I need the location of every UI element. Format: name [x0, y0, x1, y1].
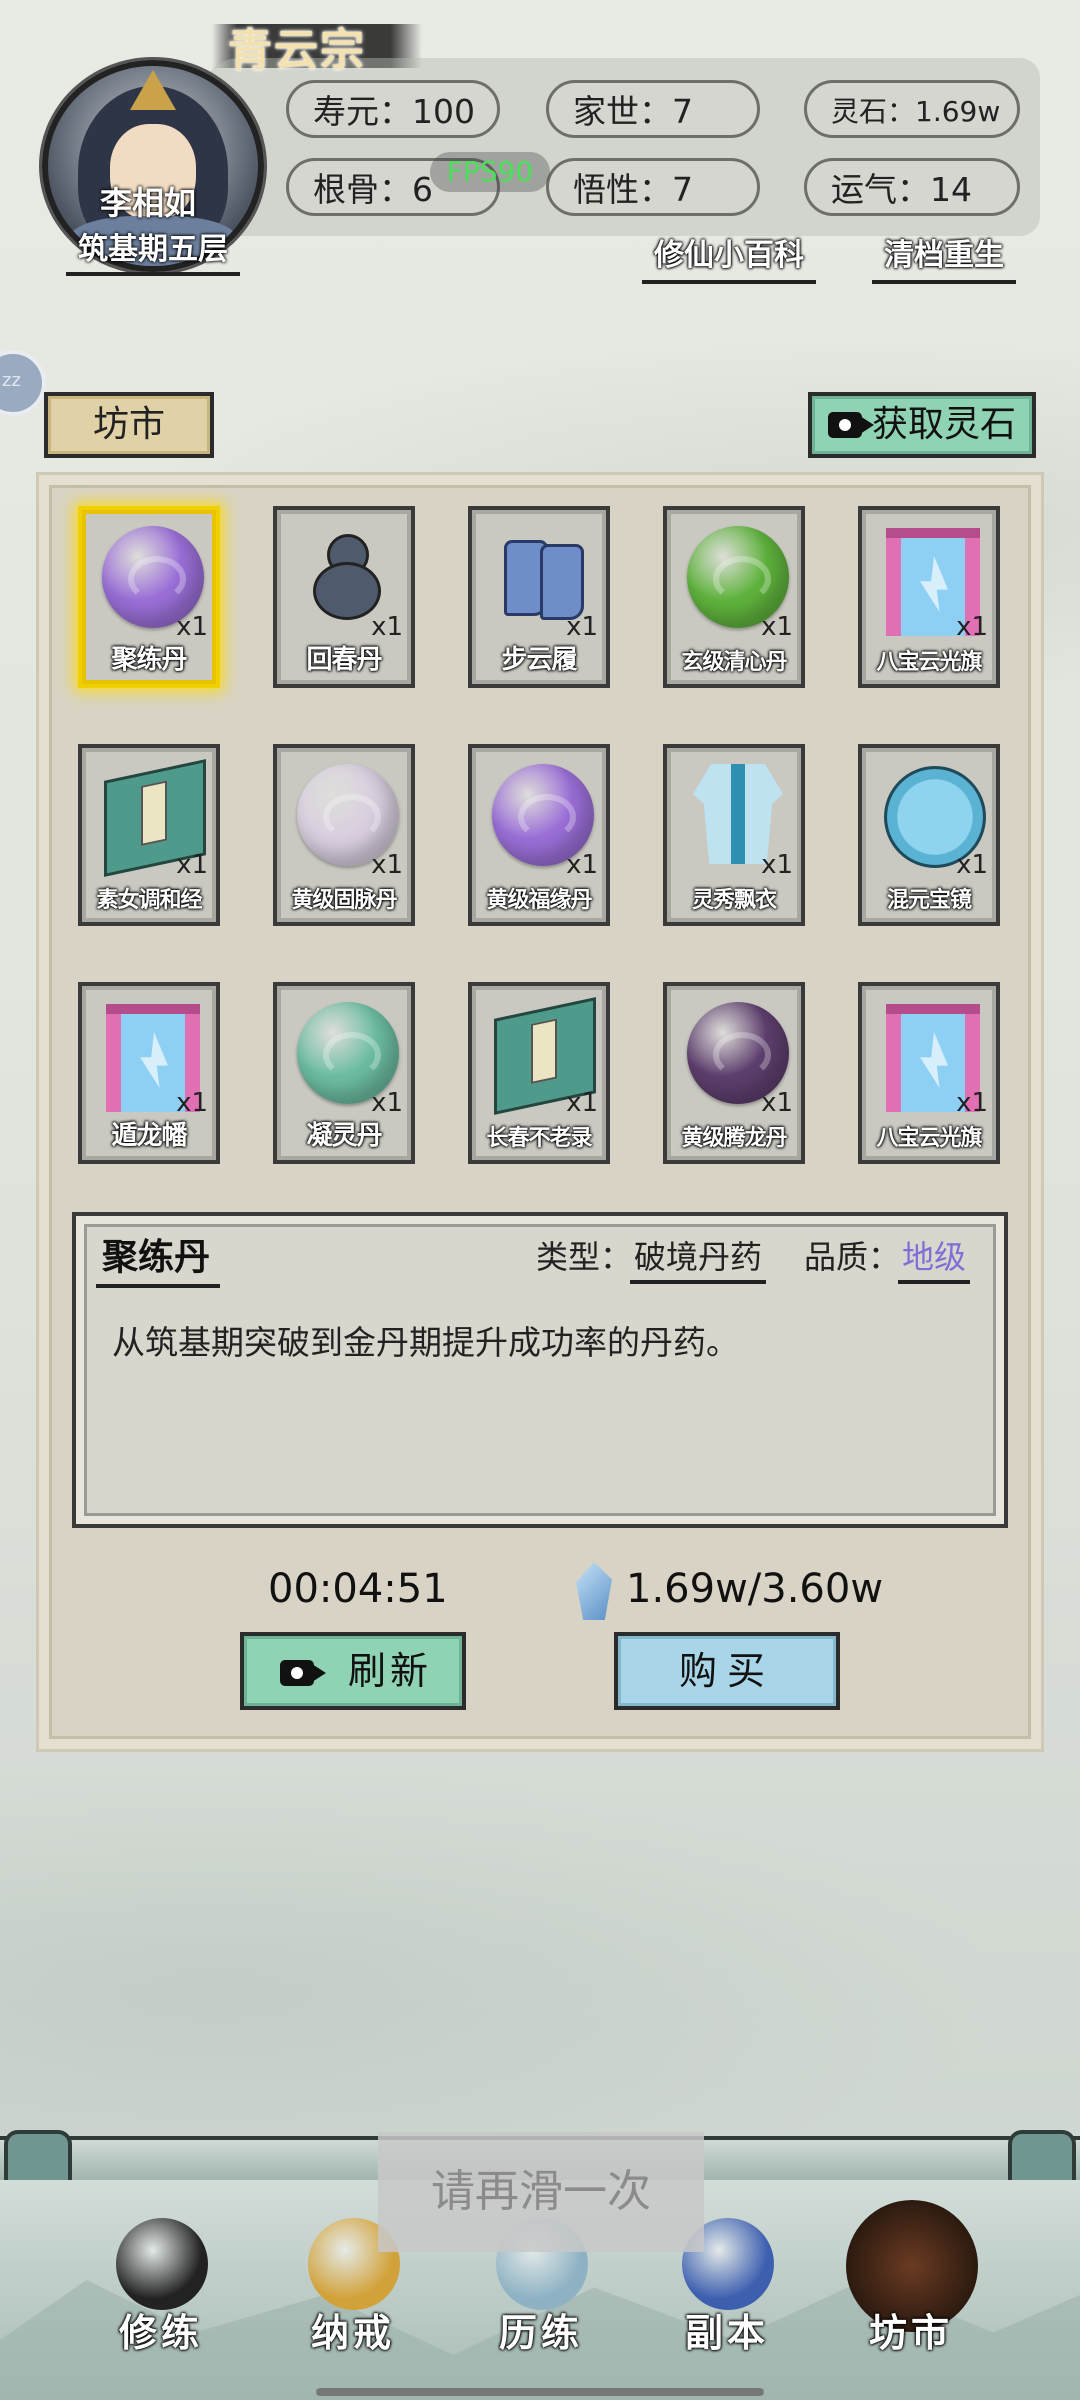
- item-name: 回春丹: [306, 645, 382, 675]
- item-name: 聚练丹: [111, 645, 187, 675]
- item-quantity: x1: [956, 850, 988, 880]
- item-name: 黄级固脉丹: [291, 888, 397, 913]
- item-detail-box: 聚练丹 类型： 破境丹药 品质： 地级 从筑基期突破到金丹期提升成功率的丹药。: [72, 1212, 1008, 1528]
- shop-item-slot[interactable]: x1 玄级清心丹: [663, 506, 805, 688]
- item-name: 混元宝镜: [886, 888, 972, 913]
- item-quantity: x1: [176, 612, 208, 642]
- shop-item-slot[interactable]: x1 凝灵丹: [273, 982, 415, 1164]
- item-name: 黄级腾龙丹: [681, 1126, 787, 1151]
- nav-item[interactable]: 修练: [86, 2210, 236, 2380]
- shop-item-slot[interactable]: x1 步云履: [468, 506, 610, 688]
- shop-item-slot[interactable]: x1 聚练丹: [78, 506, 220, 688]
- refresh-button[interactable]: 刷新: [240, 1632, 466, 1710]
- item-name: 玄级清心丹: [681, 650, 787, 675]
- buy-button[interactable]: 购买: [614, 1632, 840, 1710]
- nav-label: 历练: [498, 2311, 583, 2355]
- robe-icon: [693, 764, 783, 864]
- spirit-stone-balance: 1.69w/3.60w: [626, 1566, 884, 1612]
- refresh-timer: 00:04:51: [268, 1566, 448, 1612]
- shop-item-slot[interactable]: x1 黄级腾龙丹: [663, 982, 805, 1164]
- detail-quality-label: 品质：: [804, 1238, 901, 1276]
- video-camera-icon: [280, 1660, 326, 1686]
- item-quantity: x1: [371, 1088, 403, 1118]
- nav-label: 修练: [118, 2311, 203, 2355]
- item-quantity: x1: [761, 1088, 793, 1118]
- detail-type-value: 破境丹药: [629, 1232, 767, 1284]
- item-quantity: x1: [566, 1088, 598, 1118]
- item-name: 黄级福缘丹: [486, 888, 592, 913]
- item-quantity: x1: [371, 612, 403, 642]
- home-indicator[interactable]: [316, 2388, 764, 2396]
- item-quantity: x1: [566, 850, 598, 880]
- boots-icon: [496, 534, 588, 620]
- item-quantity: x1: [566, 612, 598, 642]
- nav-label: 坊市: [868, 2311, 953, 2355]
- shop-item-slot[interactable]: x1 灵秀飘衣: [663, 744, 805, 926]
- shop-item-slot[interactable]: x1 长春不老录: [468, 982, 610, 1164]
- video-camera-icon: [828, 412, 874, 438]
- player-name: 李相如: [100, 184, 197, 222]
- detail-quality-value: 地级: [897, 1232, 971, 1284]
- item-name: 八宝云光旗: [876, 1126, 982, 1151]
- shop-item-slot[interactable]: x1 回春丹: [273, 506, 415, 688]
- shop-item-slot[interactable]: x1 素女调和经: [78, 744, 220, 926]
- item-name: 长春不老录: [486, 1126, 592, 1151]
- stat-comprehension: 悟性：7: [546, 158, 760, 216]
- item-quantity: x1: [371, 850, 403, 880]
- yinyang-icon: [116, 2218, 208, 2310]
- nav-item[interactable]: 坊市: [836, 2200, 986, 2380]
- detail-item-name: 聚练丹: [95, 1228, 221, 1288]
- stat-spirit-stones: 灵石：1.69w: [804, 80, 1020, 138]
- shop-item-slot[interactable]: x1 黄级福缘丹: [468, 744, 610, 926]
- get-spirit-stone-label: 获取灵石: [872, 404, 1017, 445]
- shop-item-slot[interactable]: x1 黄级固脉丹: [273, 744, 415, 926]
- nav-label: 副本: [684, 2311, 769, 2355]
- cultivation-realm: 筑基期五层: [58, 224, 248, 276]
- stat-luck: 运气：14: [804, 158, 1020, 216]
- item-name: 灵秀飘衣: [691, 888, 777, 913]
- stat-family: 家世：7: [546, 80, 760, 138]
- item-name: 八宝云光旗: [876, 650, 982, 675]
- shop-item-slot[interactable]: x1 八宝云光旗: [858, 982, 1000, 1164]
- item-quantity: x1: [956, 1088, 988, 1118]
- get-spirit-stone-button[interactable]: 获取灵石: [808, 392, 1036, 458]
- item-quantity: x1: [761, 850, 793, 880]
- side-tab-label: zz: [2, 370, 21, 391]
- shop-item-slot[interactable]: x1 八宝云光旗: [858, 506, 1000, 688]
- nav-label: 纳戒: [310, 2311, 395, 2355]
- reset-save-link[interactable]: 清档重生: [872, 230, 1016, 284]
- stat-lifespan: 寿元：100: [286, 80, 500, 138]
- market-title-tab[interactable]: 坊市: [44, 392, 214, 458]
- detail-description: 从筑基期突破到金丹期提升成功率的丹药。: [112, 1323, 739, 1362]
- item-quantity: x1: [761, 612, 793, 642]
- sect-name: 青云宗: [212, 14, 422, 78]
- item-quantity: x1: [176, 1088, 208, 1118]
- shop-item-slot[interactable]: x1 遁龙幡: [78, 982, 220, 1164]
- refresh-label: 刷新: [348, 1649, 433, 1693]
- gourd-icon: [307, 534, 389, 620]
- item-name: 遁龙幡: [111, 1121, 187, 1151]
- fps-counter: FPS90: [430, 152, 550, 192]
- shop-item-slot[interactable]: x1 混元宝镜: [858, 744, 1000, 926]
- item-quantity: x1: [956, 612, 988, 642]
- detail-type-label: 类型：: [536, 1238, 633, 1276]
- item-name: 凝灵丹: [306, 1121, 382, 1151]
- item-name: 素女调和经: [96, 888, 202, 913]
- item-quantity: x1: [176, 850, 208, 880]
- cultivation-wiki-link[interactable]: 修仙小百科: [642, 230, 816, 284]
- item-name: 步云履: [501, 645, 577, 675]
- toast-message: 请再滑一次: [378, 2132, 704, 2252]
